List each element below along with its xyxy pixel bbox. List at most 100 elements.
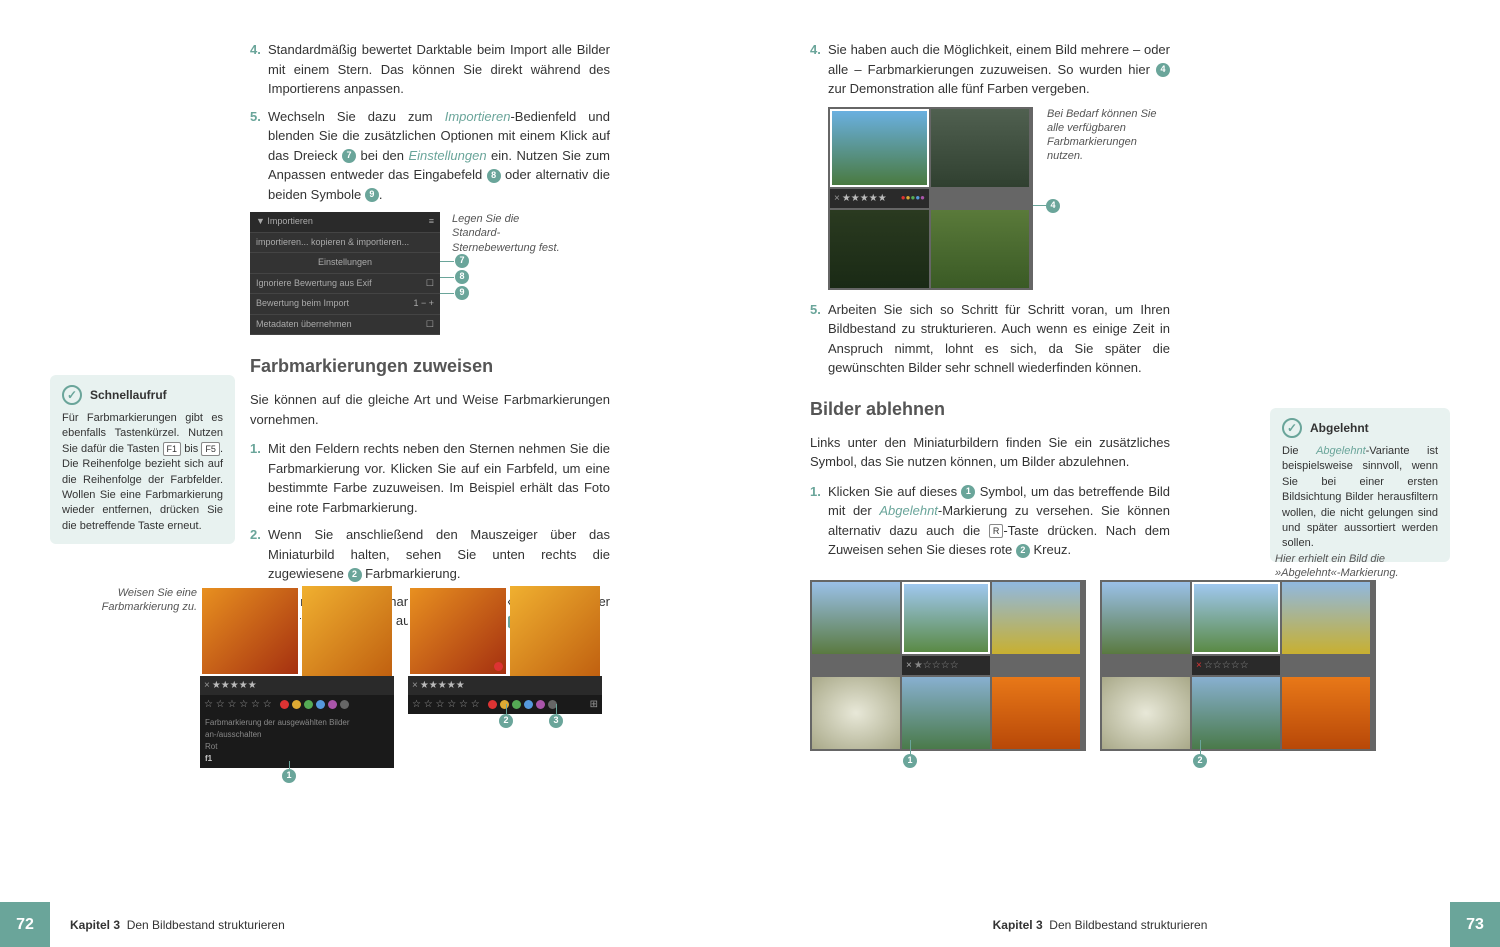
book-spread: 4. Standardmäßig bewertet Darktable beim…: [0, 0, 1500, 947]
footer-left: 72 Kapitel 3 Den Bildbestand strukturier…: [0, 902, 750, 947]
star-rating: ★★★★★: [212, 678, 257, 693]
step-text: Arbeiten Sie sich so Schritt für Schritt…: [828, 300, 1170, 378]
panel-title: Importieren: [267, 216, 313, 226]
figure-caption-3: Bei Bedarf können Sie alle verfügbaren F…: [1047, 107, 1167, 290]
callout-marker-2: 2: [499, 714, 513, 728]
callout-marker-1: 1: [282, 769, 296, 783]
step-number: 2.: [250, 525, 268, 584]
callout-marker-1r: 1: [903, 754, 917, 768]
color-dot-red: [280, 700, 289, 709]
panel-row-settings: Einstellungen: [250, 253, 440, 274]
tooltip-key: f1: [205, 753, 389, 765]
figure-reject: ×★☆☆☆☆ 1 ×☆☆☆☆☆ 2: [810, 580, 1376, 751]
thumb-selected: [830, 109, 929, 187]
step-number: 4.: [250, 40, 268, 99]
callout-7: 7: [342, 149, 356, 163]
step-number: 5.: [250, 107, 268, 205]
page-number: 72: [0, 902, 50, 947]
steps-list-mid-r: 5. Arbeiten Sie sich so Schritt für Schr…: [810, 300, 1170, 378]
figure-2-left: ×★★★★★ ☆ ☆ ☆ ☆ ☆ ☆ Farbmarkierung der au…: [200, 586, 394, 768]
figure-4-left: ×★☆☆☆☆ 1: [810, 580, 1086, 751]
page-73: 4. Sie haben auch die Möglichkeit, einem…: [750, 0, 1500, 947]
heading-farbmarkierungen: Farbmarkierungen zuweisen: [250, 353, 610, 380]
figure-import-panel: ▼ Importieren≡ importieren... kopieren &…: [250, 212, 610, 335]
footer-text: Kapitel 3 Den Bildbestand strukturieren: [973, 916, 1228, 934]
step-number: 5.: [810, 300, 828, 378]
thumb: [931, 210, 1029, 288]
callout-1: 1: [961, 485, 975, 499]
callout-marker-3: 3: [549, 714, 563, 728]
step-text: Mit den Feldern rechts neben den Sternen…: [268, 439, 610, 517]
step-text: Sie haben auch die Möglichkeit, einem Bi…: [828, 40, 1170, 99]
figure-2-right: ×★★★★★ ☆ ☆ ☆ ☆ ☆ ☆ ⊞ 2 3: [408, 586, 602, 768]
footer-text: Kapitel 3 Den Bildbestand strukturieren: [50, 916, 305, 934]
steps-list-bottom-r: 1. Klicken Sie auf dieses 1 Symbol, um d…: [810, 482, 1170, 560]
step-5r: 5. Arbeiten Sie sich so Schritt für Schr…: [810, 300, 1170, 378]
sidebar-body: Die Abgelehnt-Variante ist beispielsweis…: [1282, 444, 1438, 552]
thumb-flower-sel: [408, 586, 508, 676]
step-number: 1.: [810, 482, 828, 560]
step-4r: 4. Sie haben auch die Möglichkeit, einem…: [810, 40, 1170, 99]
sidebar-header: ✓ Schnellaufruf: [62, 385, 223, 405]
page-number: 73: [1450, 902, 1500, 947]
color-dot-yellow: [292, 700, 301, 709]
callout-2: 2: [348, 568, 362, 582]
callout-8: 8: [487, 169, 501, 183]
callout-4: 4: [1156, 63, 1170, 77]
step-2: 2. Wenn Sie anschließend den Mauszeiger …: [250, 525, 610, 584]
step-number: 4.: [810, 40, 828, 99]
sidebar-title: Schnellaufruf: [90, 387, 167, 404]
check-icon: ✓: [1282, 418, 1302, 438]
section-intro-b: Links unter den Miniaturbildern finden S…: [810, 433, 1170, 472]
section-intro: Sie können auf die gleiche Art und Weise…: [250, 390, 610, 429]
steps-list-top-r: 4. Sie haben auch die Möglichkeit, einem…: [810, 40, 1170, 99]
thumb-flower-2: [302, 586, 392, 676]
sidebar-schnellaufruf: ✓ Schnellaufruf Für Farbmarkierungen gib…: [50, 375, 235, 544]
tooltip-color: Rot: [205, 741, 389, 753]
color-dot-blue: [316, 700, 325, 709]
figure-3-grid: ×★★★★★ ●●●●●: [828, 107, 1033, 290]
sidebar-body: Für Farbmarkierungen gibt es ebenfalls T…: [62, 411, 223, 534]
key-f1: F1: [163, 442, 182, 456]
step-text: Wechseln Sie dazu zum Importieren-Bedien…: [268, 107, 610, 205]
figure-caption-4: Hier erhielt ein Bild die »Abgelehnt«-Ma…: [1275, 552, 1450, 581]
import-panel-screenshot: ▼ Importieren≡ importieren... kopieren &…: [250, 212, 440, 335]
panel-row-metadata: Metadaten übernehmen: [256, 318, 352, 332]
panel-row-exif: Ignoriere Bewertung aus Exif: [256, 277, 372, 291]
figure-all-colors: ×★★★★★ ●●●●● Bei Bedarf können Sie alle …: [828, 107, 1170, 290]
applied-label-dot: [494, 662, 503, 671]
step-1: 1. Mit den Feldern rechts neben den Ster…: [250, 439, 610, 517]
sidebar-header: ✓ Abgelehnt: [1282, 418, 1438, 438]
step-text: Klicken Sie auf dieses 1 Symbol, um das …: [828, 482, 1170, 560]
color-dot-clear: [340, 700, 349, 709]
step-text: Standardmäßig bewertet Darktable beim Im…: [268, 40, 610, 99]
check-icon: ✓: [62, 385, 82, 405]
star-rating: ★★★★★: [420, 678, 465, 693]
figure-caption-2: Weisen Sie eine Farbmarkierung zu.: [77, 586, 197, 615]
color-dot-purple: [328, 700, 337, 709]
right-main-column: 4. Sie haben auch die Möglichkeit, einem…: [810, 40, 1170, 560]
figure-4-right: ×☆☆☆☆☆ 2: [1100, 580, 1376, 751]
thumb: [830, 210, 929, 288]
page-72: 4. Standardmäßig bewertet Darktable beim…: [0, 0, 750, 947]
thumb-flower-2b: [510, 586, 600, 676]
tooltip-text: Farbmarkierung der ausgewählten Bilder a…: [205, 717, 389, 741]
heading-ablehnen: Bilder ablehnen: [810, 396, 1170, 423]
thumb: [931, 109, 1029, 187]
callout-2r: 2: [1016, 544, 1030, 558]
callout-marker-9: 9: [455, 286, 469, 300]
callout-marker-7: 7: [455, 254, 469, 268]
figure-color-marking: ×★★★★★ ☆ ☆ ☆ ☆ ☆ ☆ Farbmarkierung der au…: [200, 586, 602, 768]
footer-right: Kapitel 3 Den Bildbestand strukturieren …: [750, 902, 1500, 947]
panel-row-import: importieren... kopieren & importieren...: [250, 233, 440, 254]
step-1r: 1. Klicken Sie auf dieses 1 Symbol, um d…: [810, 482, 1170, 560]
thumb-flower: [200, 586, 300, 676]
step-4: 4. Standardmäßig bewertet Darktable beim…: [250, 40, 610, 99]
callout-marker-8: 8: [455, 270, 469, 284]
color-dot-green: [304, 700, 313, 709]
step-5: 5. Wechseln Sie dazu zum Importieren-Bed…: [250, 107, 610, 205]
callout-9: 9: [365, 188, 379, 202]
step-number: 1.: [250, 439, 268, 517]
steps-list-top: 4. Standardmäßig bewertet Darktable beim…: [250, 40, 610, 204]
panel-row-rating: Bewertung beim Import: [256, 297, 349, 311]
